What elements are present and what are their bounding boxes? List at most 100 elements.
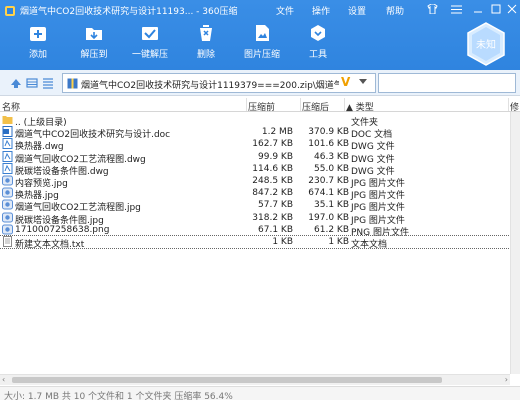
- dwg-icon: [2, 150, 13, 162]
- jpg-icon: [2, 212, 13, 223]
- column-header: 名称 压缩前 压缩后 ▲ 类型 修: [0, 98, 520, 113]
- file-name: 1710007258638.png: [15, 224, 110, 235]
- search-input[interactable]: [378, 73, 516, 93]
- file-row[interactable]: 烟道气中CO2回收技术研究与设计.doc 1.2 MB 370.9 KB DOC 文档…: [0, 126, 510, 140]
- file-row[interactable]: 1710007258638.png67.1 KB61.2 KBPNG 图片文件2: [0, 224, 510, 238]
- dwg-icon: [2, 138, 13, 150]
- zip-archive-icon: [67, 78, 78, 89]
- file-list: .. (上级目录) 文件夹 烟道气中CO2回收技术研究与设计.doc 1.2 MB 37…: [0, 114, 510, 372]
- file-packed-size: 370.9 KB: [308, 127, 349, 138]
- file-row[interactable]: .. (上级目录) 文件夹: [0, 114, 510, 128]
- column-name[interactable]: 名称: [2, 100, 20, 113]
- file-size: 57.7 KB: [258, 200, 293, 211]
- status-bar: 大小: 1.7 MB 共 10 个文件和 1 个文件夹 压缩率 56.4%: [0, 386, 520, 400]
- one-click-extract-button[interactable]: 一键解压: [128, 24, 172, 68]
- extract-to-label: 解压到: [80, 50, 108, 60]
- path-field[interactable]: 烟道气中CO2回收技术研究与设计1119379===200.zip\烟道气中CC…: [62, 73, 376, 93]
- file-packed-size: 35.1 KB: [314, 200, 349, 211]
- file-size: 248.5 KB: [252, 176, 293, 186]
- delete-button[interactable]: 删除: [184, 24, 228, 68]
- tools-label: 工具: [308, 50, 327, 60]
- column-type[interactable]: ▲ 类型: [346, 100, 374, 113]
- scroll-left-arrow-icon[interactable]: ‹: [2, 375, 5, 384]
- title-and-toolbar: 烟道气中CO2回收技术研究与设计11193... - 360压缩 文件 操作 设…: [0, 0, 520, 70]
- scrollbar-thumb[interactable]: [12, 377, 442, 383]
- view-mode-icon[interactable]: [26, 77, 38, 89]
- file-packed-size: 197.0 KB: [308, 212, 349, 223]
- horizontal-scrollbar[interactable]: ‹ ›: [0, 374, 510, 385]
- jpg-icon: [2, 187, 13, 198]
- file-row[interactable]: 烟道气回收CO2工艺流程图.jpg57.7 KB35.1 KBJPG 图片文件2: [0, 199, 510, 213]
- shirt-icon: [426, 4, 438, 14]
- window-title: 烟道气中CO2回收技术研究与设计11193... - 360压缩: [20, 7, 238, 17]
- file-row[interactable]: 烟道气回收CO2工艺流程图.dwg99.9 KB46.3 KBDWG 文件2: [0, 150, 510, 165]
- add-button[interactable]: 添加: [16, 24, 60, 68]
- image-compress-label: 图片压缩: [243, 50, 280, 60]
- txt-icon: [2, 236, 13, 247]
- vertical-scrollbar[interactable]: [510, 112, 520, 374]
- file-size: 1 KB: [272, 237, 293, 247]
- minimize-button[interactable]: [470, 2, 486, 16]
- tools-icon: [311, 25, 325, 41]
- tools-button[interactable]: 工具: [296, 24, 340, 68]
- menu-button[interactable]: [448, 2, 464, 16]
- file-size: 847.2 KB: [252, 188, 293, 199]
- close-icon: [507, 4, 517, 14]
- jpg-icon: [2, 199, 13, 210]
- verified-check-icon: V: [341, 75, 351, 89]
- hamburger-icon: [450, 5, 462, 13]
- add-icon: [30, 27, 46, 41]
- file-row[interactable]: 脱碳塔设备条件图.dwg114.6 KB55.0 KBDWG 文件2: [0, 162, 510, 177]
- file-row[interactable]: 内容预览.jpg248.5 KB230.7 KBJPG 图片文件2: [0, 175, 510, 189]
- minimize-icon: [474, 11, 482, 13]
- delete-label: 删除: [196, 50, 215, 60]
- up-arrow-icon[interactable]: [10, 77, 22, 89]
- badge-label: 未知: [476, 38, 496, 51]
- add-label: 添加: [28, 50, 47, 60]
- file-type: 文本文档: [351, 240, 388, 250]
- menu-file[interactable]: 文件: [276, 4, 294, 17]
- extract-to-button[interactable]: 解压到: [72, 24, 116, 68]
- one-click-extract-icon: [142, 27, 158, 40]
- path-text: 烟道气中CO2回收技术研究与设计1119379===200.zip\烟道气中CC: [81, 81, 339, 91]
- file-row[interactable]: 换热器.jpg847.2 KB674.1 KBJPG 图片文件2: [0, 187, 510, 201]
- security-badge[interactable]: 未知: [466, 22, 506, 66]
- file-packed-size: 46.3 KB: [314, 151, 349, 162]
- menu-operate[interactable]: 操作: [312, 4, 330, 17]
- address-bar: 烟道气中CO2回收技术研究与设计1119379===200.zip\烟道气中CC…: [0, 70, 520, 96]
- chevron-down-icon[interactable]: [359, 79, 367, 85]
- folder-icon: [2, 114, 13, 125]
- file-size: 162.7 KB: [252, 139, 293, 150]
- scroll-right-arrow-icon[interactable]: ›: [505, 375, 508, 384]
- column-size[interactable]: 压缩前: [248, 100, 275, 113]
- file-row[interactable]: 新建文本文档.txt1 KB1 KB文本文档2: [0, 235, 510, 250]
- extract-to-icon: [86, 28, 102, 40]
- jpg-icon: [2, 175, 13, 186]
- file-packed-size: 1 KB: [328, 237, 349, 247]
- file-row[interactable]: 脱碳塔设备条件图.jpg318.2 KB197.0 KBJPG 图片文件2: [0, 212, 510, 226]
- one-click-extract-label: 一键解压: [131, 50, 168, 60]
- file-size: 318.2 KB: [252, 212, 293, 223]
- maximize-icon: [491, 4, 501, 14]
- delete-icon: [200, 25, 212, 41]
- file-packed-size: 101.6 KB: [308, 139, 349, 150]
- image-compress-icon: [256, 25, 269, 41]
- file-packed-size: 55.0 KB: [314, 163, 349, 174]
- file-packed-size: 230.7 KB: [308, 176, 349, 186]
- file-packed-size: 61.2 KB: [314, 224, 349, 235]
- png-icon: [2, 224, 13, 235]
- dwg-icon: [2, 162, 13, 174]
- file-size: 114.6 KB: [252, 163, 293, 174]
- menu-settings[interactable]: 设置: [348, 4, 366, 17]
- file-packed-size: 674.1 KB: [308, 188, 349, 199]
- list-view-icon[interactable]: [42, 77, 54, 89]
- file-row[interactable]: 换热器.dwg162.7 KB101.6 KBDWG 文件2: [0, 138, 510, 152]
- maximize-button[interactable]: [488, 2, 504, 16]
- file-size: 67.1 KB: [258, 224, 293, 235]
- column-packed[interactable]: 压缩后: [302, 100, 329, 113]
- menu-help[interactable]: 帮助: [386, 4, 404, 17]
- image-compress-button[interactable]: 图片压缩: [240, 24, 284, 68]
- skin-button[interactable]: [424, 2, 440, 16]
- file-name: 新建文本文档.txt: [15, 240, 85, 250]
- close-button[interactable]: [504, 2, 520, 16]
